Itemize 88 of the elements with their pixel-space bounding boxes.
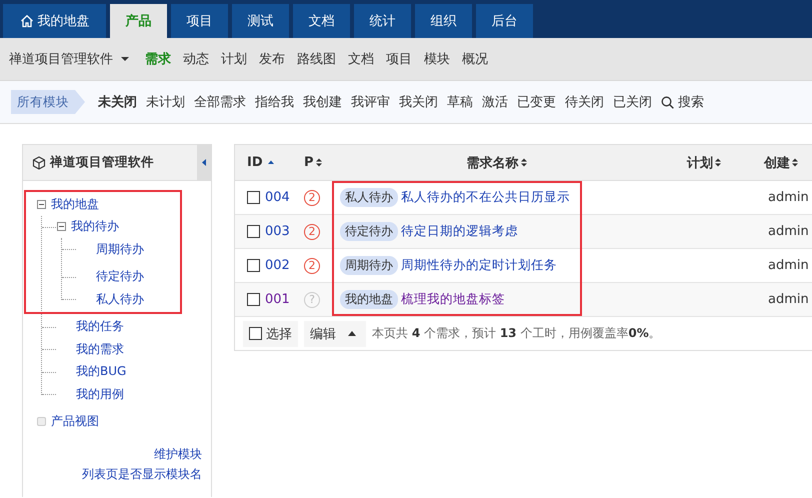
home-icon <box>20 14 34 28</box>
story-title-link[interactable]: 梳理我的地盘标签 <box>401 291 505 308</box>
nav-tab[interactable]: 后台 <box>476 4 533 38</box>
caret-up-icon <box>348 331 356 336</box>
cube-icon <box>32 156 46 170</box>
tree-item[interactable]: 我的BUG <box>76 363 126 380</box>
filter-link[interactable]: 未关闭 <box>98 93 137 111</box>
story-id-link[interactable]: 001 <box>265 292 290 307</box>
caret-icon <box>121 56 129 62</box>
column-header[interactable]: P <box>292 145 332 180</box>
nav-tab[interactable]: 测试 <box>232 4 289 38</box>
module-tag: 我的地盘 <box>340 290 398 309</box>
story-title-link[interactable]: 周期性待办的定时计划任务 <box>401 257 557 274</box>
sub-nav-link[interactable]: 动态 <box>183 50 209 68</box>
filter-link[interactable]: 我创建 <box>303 93 342 111</box>
expand-toggle[interactable] <box>37 200 46 209</box>
story-id-link[interactable]: 002 <box>265 258 290 273</box>
collapse-handle[interactable] <box>197 145 211 180</box>
tree-item[interactable]: 我的需求 <box>76 340 124 358</box>
sidebar-link[interactable]: 列表页是否显示模块名 <box>82 466 202 483</box>
product-dropdown[interactable]: 禅道项目管理软件 <box>9 50 129 68</box>
creator-text: admin <box>768 190 809 205</box>
minus-box-icon <box>37 200 46 209</box>
filter-link[interactable]: 我关闭 <box>399 93 438 111</box>
sub-nav-link[interactable]: 概况 <box>462 50 488 68</box>
filter-link[interactable]: 草稿 <box>447 93 473 111</box>
tree-item[interactable]: 我的任务 <box>76 318 124 336</box>
nav-tab[interactable]: 产品 <box>110 4 167 38</box>
priority-badge: ? <box>304 292 320 308</box>
filter-link[interactable]: 指给我 <box>255 93 294 111</box>
nav-tab[interactable]: 组织 <box>415 4 472 38</box>
sub-nav-link[interactable]: 项目 <box>386 50 412 68</box>
filter-link[interactable]: 待关闭 <box>565 93 604 111</box>
column-header[interactable]: ID <box>235 145 292 180</box>
summary-text: 本页共 4 个需求，预计 13 个工时，用例覆盖率0%。 <box>372 325 661 342</box>
nav-tab[interactable]: 我的地盘 <box>3 4 106 38</box>
tree-item[interactable]: 我的待办 <box>71 218 119 236</box>
creator-text: admin <box>768 224 809 239</box>
module-tag: 私人待办 <box>340 188 398 207</box>
row-checkbox[interactable] <box>247 259 260 272</box>
module-tag: 周期待办 <box>340 256 398 275</box>
story-id-link[interactable]: 004 <box>265 190 290 205</box>
row-checkbox[interactable] <box>247 191 260 204</box>
creator-text: admin <box>768 258 809 273</box>
creator-text: admin <box>768 292 809 307</box>
priority-badge: 2 <box>304 258 320 274</box>
tree-item[interactable]: 我的地盘 <box>51 196 99 213</box>
column-header[interactable]: 计划 <box>661 145 746 180</box>
filter-link[interactable]: 未计划 <box>146 93 185 111</box>
tree-item[interactable]: 我的用例 <box>76 386 124 403</box>
sub-nav-link[interactable]: 路线图 <box>297 50 336 68</box>
row-checkbox[interactable] <box>247 293 260 306</box>
tree-item[interactable]: 周期待办 <box>96 240 144 258</box>
priority-badge: 2 <box>304 224 320 240</box>
priority-badge: 2 <box>304 190 320 206</box>
column-header[interactable]: 需求名称 <box>332 145 661 180</box>
sub-nav-link[interactable]: 模块 <box>424 50 450 68</box>
search-icon <box>661 96 674 108</box>
sidebar-title: 禅道项目管理软件 <box>50 154 155 171</box>
row-checkbox[interactable] <box>247 225 260 238</box>
filter-link[interactable]: 激活 <box>482 93 508 111</box>
sub-nav-link[interactable]: 文档 <box>348 50 374 68</box>
sub-nav-link[interactable]: 发布 <box>259 50 285 68</box>
sub-nav-link[interactable]: 需求 <box>145 50 171 68</box>
story-title-link[interactable]: 私人待办的不在公共日历显示 <box>401 189 570 206</box>
story-title-link[interactable]: 待定日期的逻辑考虑 <box>401 223 518 240</box>
left-triangle-icon <box>202 159 206 166</box>
column-header[interactable]: 创建 <box>746 145 812 180</box>
select-all-button[interactable]: 选择 <box>243 320 298 346</box>
tree-item[interactable]: 待定待办 <box>96 268 144 286</box>
nav-tab[interactable]: 项目 <box>171 4 228 38</box>
module-breadcrumb[interactable]: 所有模块 <box>11 90 85 114</box>
filter-link[interactable]: 全部需求 <box>194 93 246 111</box>
nav-tab[interactable]: 统计 <box>354 4 411 38</box>
tree-item[interactable]: 产品视图 <box>51 413 99 430</box>
filter-link[interactable]: 已变更 <box>517 93 556 111</box>
search-link[interactable]: 搜索 <box>661 93 704 111</box>
sub-nav-link[interactable]: 计划 <box>221 50 247 68</box>
edit-button[interactable]: 编辑 <box>304 320 366 346</box>
story-id-link[interactable]: 003 <box>265 224 290 239</box>
filter-link[interactable]: 我评审 <box>351 93 390 111</box>
tree-item[interactable]: 私人待办 <box>96 290 144 308</box>
minus-box-icon <box>57 222 66 232</box>
module-tag: 待定待办 <box>340 222 398 241</box>
sidebar-link[interactable]: 维护模块 <box>154 446 202 463</box>
filter-link[interactable]: 已关闭 <box>613 93 652 111</box>
nav-tab[interactable]: 文档 <box>293 4 350 38</box>
expand-toggle[interactable] <box>57 222 66 232</box>
